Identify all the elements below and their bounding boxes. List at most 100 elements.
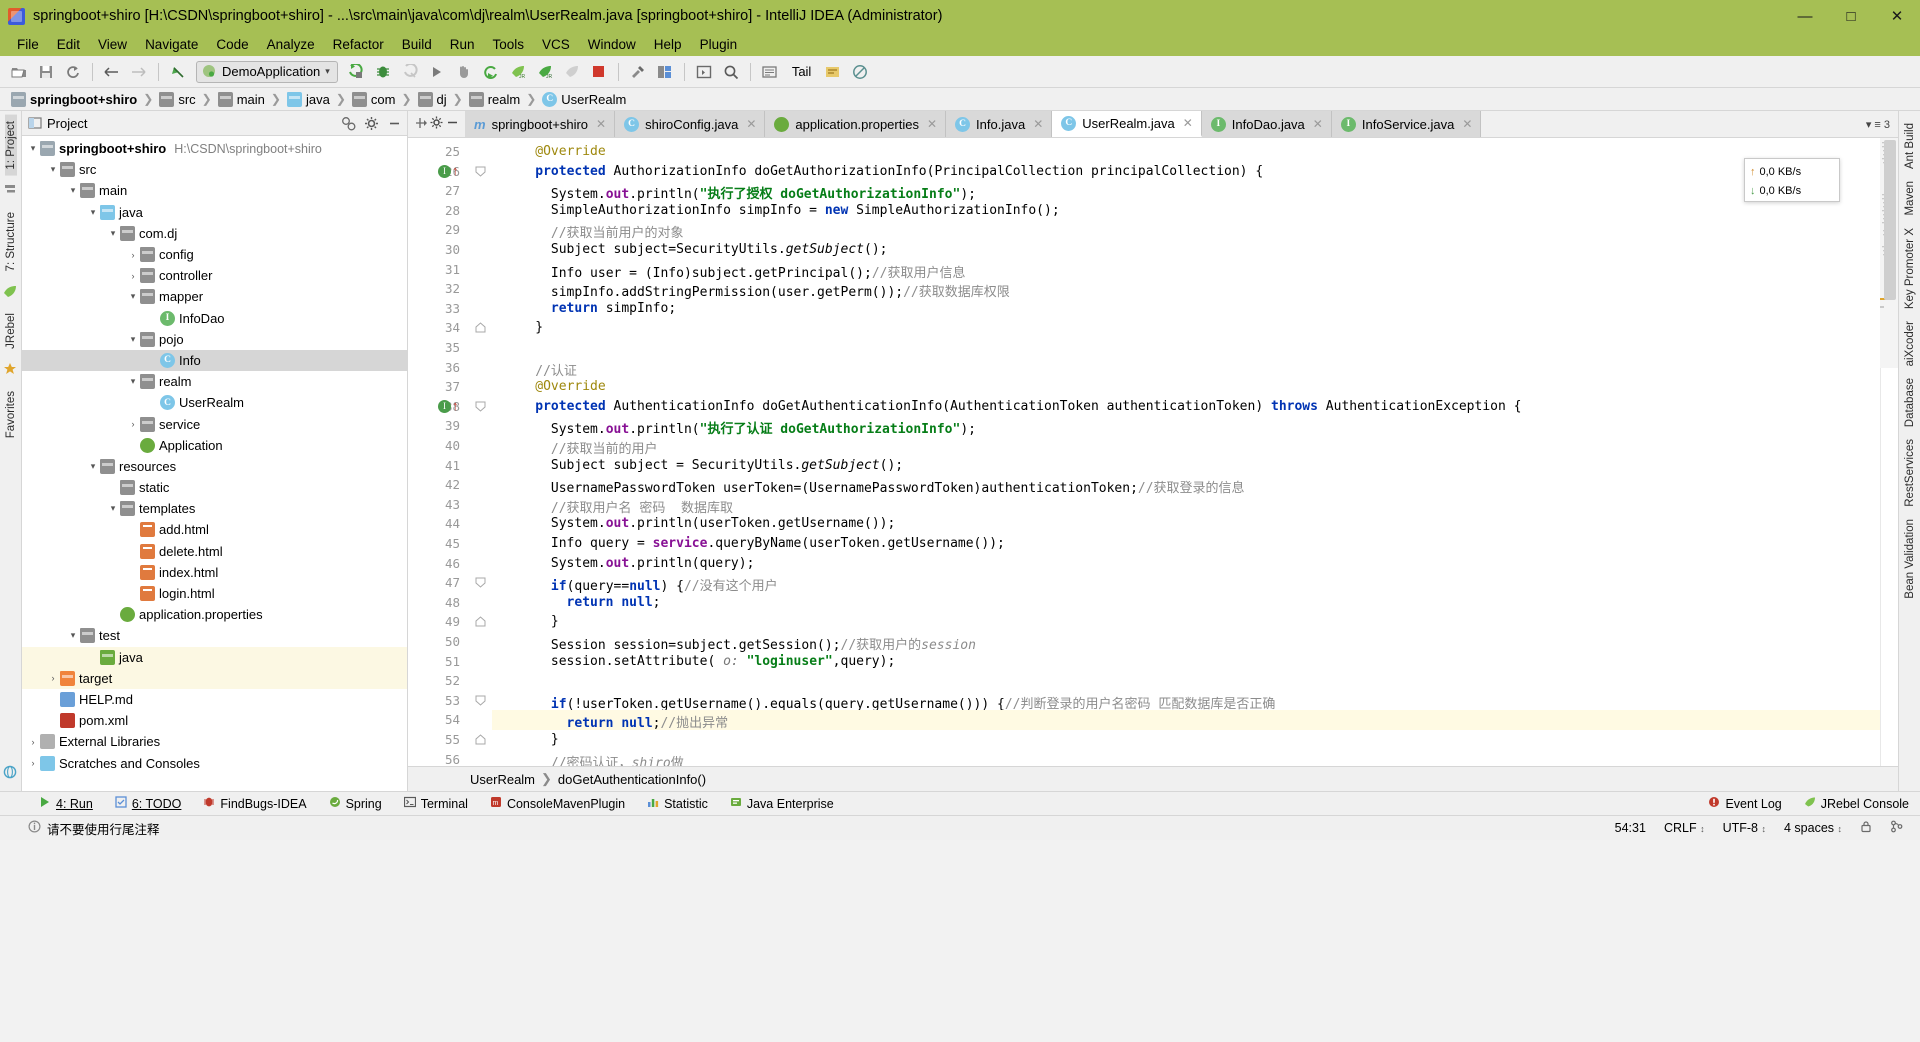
close-tab-icon[interactable]: ✕ [1313, 117, 1323, 131]
file-encoding[interactable]: UTF-8 ↕ [1714, 821, 1775, 835]
tool-window-jrebel-console[interactable]: JRebel Console [1793, 792, 1920, 816]
tail-label[interactable]: Tail [784, 64, 820, 79]
chevron-right-icon[interactable]: › [126, 271, 140, 281]
menu-view[interactable]: View [89, 35, 136, 54]
settings-gear-icon[interactable] [430, 116, 443, 132]
menu-refactor[interactable]: Refactor [324, 35, 393, 54]
tree-node-config[interactable]: › config [22, 244, 407, 265]
tree-node-info[interactable]: C Info [22, 350, 407, 371]
sync-icon[interactable] [60, 60, 86, 84]
code-line[interactable]: if(query==null) {//没有这个用户 [492, 575, 778, 594]
hide-icon[interactable] [446, 116, 459, 132]
code-line[interactable]: return null; [492, 595, 660, 610]
menu-tools[interactable]: Tools [484, 35, 534, 54]
close-tab-icon[interactable]: ✕ [927, 117, 937, 131]
pin-icon[interactable] [414, 116, 427, 133]
code-line[interactable]: System.out.println(userToken.getUsername… [492, 516, 895, 531]
tree-node-src[interactable]: ▾ src [22, 159, 407, 180]
close-tab-icon[interactable]: ✕ [1033, 117, 1043, 131]
tree-node-userrealm[interactable]: C UserRealm [22, 392, 407, 413]
code-line[interactable]: //获取当前的用户 [492, 438, 658, 457]
stop-icon[interactable] [586, 60, 612, 84]
tree-node-test-java[interactable]: java [22, 647, 407, 668]
tool-strip-maven[interactable]: Maven [1904, 175, 1916, 222]
chevron-right-icon[interactable]: › [126, 419, 140, 429]
breadcrumb-item-com[interactable]: com [349, 92, 399, 107]
breadcrumb-item-class[interactable]: C UserRealm [539, 92, 629, 107]
chevron-down-icon[interactable]: ▾ [26, 143, 40, 154]
tree-node-application-properties[interactable]: application.properties [22, 604, 407, 625]
settings-gear-icon[interactable] [362, 114, 380, 132]
code-line[interactable]: } [492, 732, 559, 747]
tree-node-springboot-shiro[interactable]: ▾ springboot+shiro H:\CSDN\springboot+sh… [22, 138, 407, 159]
maximize-button[interactable]: □ [1828, 0, 1874, 32]
tool-window-statistic[interactable]: Statistic [636, 792, 719, 816]
open-folder-icon[interactable] [6, 60, 32, 84]
code-line[interactable]: Subject subject = SecurityUtils.getSubje… [492, 458, 903, 473]
tree-node-login-html[interactable]: login.html [22, 583, 407, 604]
code-line[interactable]: session.setAttribute( o: "loginuser",que… [492, 654, 895, 669]
disable-icon[interactable] [847, 60, 873, 84]
tree-node-main[interactable]: ▾ main [22, 180, 407, 201]
code-line[interactable]: } [492, 614, 559, 629]
tool-strip-jrebel[interactable]: JRebel [5, 307, 17, 355]
tree-node-pojo[interactable]: ▾ pojo [22, 329, 407, 350]
rerun-icon[interactable] [478, 60, 504, 84]
code-line[interactable]: UsernamePasswordToken userToken=(Usernam… [492, 477, 1245, 496]
tree-node-service[interactable]: › service [22, 413, 407, 434]
close-tab-icon[interactable]: ✕ [1462, 117, 1472, 131]
close-tab-icon[interactable]: ✕ [1183, 116, 1193, 130]
build-icon[interactable] [625, 60, 651, 84]
menu-code[interactable]: Code [207, 35, 257, 54]
chevron-down-icon[interactable]: ▾ [86, 207, 100, 218]
fold-collapse-icon[interactable] [475, 166, 486, 177]
implementing-method-arrow-icon[interactable]: ↑ [452, 164, 459, 177]
breadcrumb-item-module[interactable]: springboot+shiro [8, 92, 140, 107]
tool-window-event-log[interactable]: Event Log [1697, 792, 1792, 816]
tree-node-resources[interactable]: ▾ resources [22, 456, 407, 477]
expand-collapse-icon[interactable] [339, 114, 357, 132]
line-number-gutter[interactable]: 2526I↑272829303132333435363738I↑39404142… [408, 138, 470, 766]
tool-strip-project[interactable]: 1: Project [5, 115, 17, 176]
run-icon[interactable] [343, 60, 369, 84]
tree-node-mapper[interactable]: ▾ mapper [22, 286, 407, 307]
tool-strip-aixcoder[interactable]: aiXcoder [1904, 315, 1916, 372]
breadcrumb-item-src[interactable]: src [156, 92, 198, 107]
chevron-down-icon[interactable]: ▾ [86, 461, 100, 472]
menu-run[interactable]: Run [441, 35, 484, 54]
editor-scrollbar-and-minimap[interactable] [1880, 138, 1898, 766]
chevron-right-icon[interactable]: › [26, 737, 40, 747]
hide-panel-icon[interactable] [385, 114, 403, 132]
code-line[interactable]: protected AuthorizationInfo doGetAuthori… [492, 164, 1263, 179]
tool-window-java-enterprise[interactable]: Java Enterprise [719, 792, 845, 816]
indent-setting[interactable]: 4 spaces ↕ [1775, 821, 1851, 835]
implementing-method-arrow-icon[interactable]: ↑ [452, 399, 459, 412]
code-line[interactable]: if(!userToken.getUsername().equals(query… [492, 693, 1275, 712]
code-line[interactable]: //密码认证，shiro做 [492, 752, 684, 766]
tree-node-delete-html[interactable]: delete.html [22, 541, 407, 562]
tree-node-external-libraries[interactable]: › External Libraries [22, 731, 407, 752]
code-line[interactable]: } [492, 320, 543, 335]
code-line[interactable]: return null;//抛出异常 [492, 712, 728, 731]
tree-node-realm[interactable]: ▾ realm [22, 371, 407, 392]
tab-overflow-control[interactable]: ▾ ≡ 3 [1858, 111, 1898, 137]
tree-node-controller[interactable]: › controller [22, 265, 407, 286]
vertical-scrollbar-thumb[interactable] [1884, 140, 1896, 300]
menu-plugin[interactable]: Plugin [691, 35, 747, 54]
jrebel-debug-icon[interactable]: JR [532, 60, 558, 84]
breadcrumb-item-dj[interactable]: dj [415, 92, 450, 107]
code-line[interactable]: Session session=subject.getSession();//获… [492, 634, 976, 653]
tree-node-add-html[interactable]: add.html [22, 519, 407, 540]
menu-window[interactable]: Window [579, 35, 645, 54]
tree-node-scratches[interactable]: › Scratches and Consoles [22, 752, 407, 773]
code-folding-gutter[interactable] [470, 138, 492, 766]
code-line[interactable]: Subject subject=SecurityUtils.getSubject… [492, 242, 887, 257]
tree-node-help-md[interactable]: HELP.md [22, 689, 407, 710]
override-method-gutter-icon[interactable]: I [438, 400, 451, 413]
console-icon[interactable] [691, 60, 717, 84]
jrebel-disabled-icon[interactable] [559, 60, 585, 84]
caret-position[interactable]: 54:31 [1606, 821, 1655, 835]
branch-icon[interactable] [1881, 820, 1912, 836]
fold-end-icon[interactable] [475, 322, 486, 333]
tail-settings-icon[interactable] [820, 60, 846, 84]
